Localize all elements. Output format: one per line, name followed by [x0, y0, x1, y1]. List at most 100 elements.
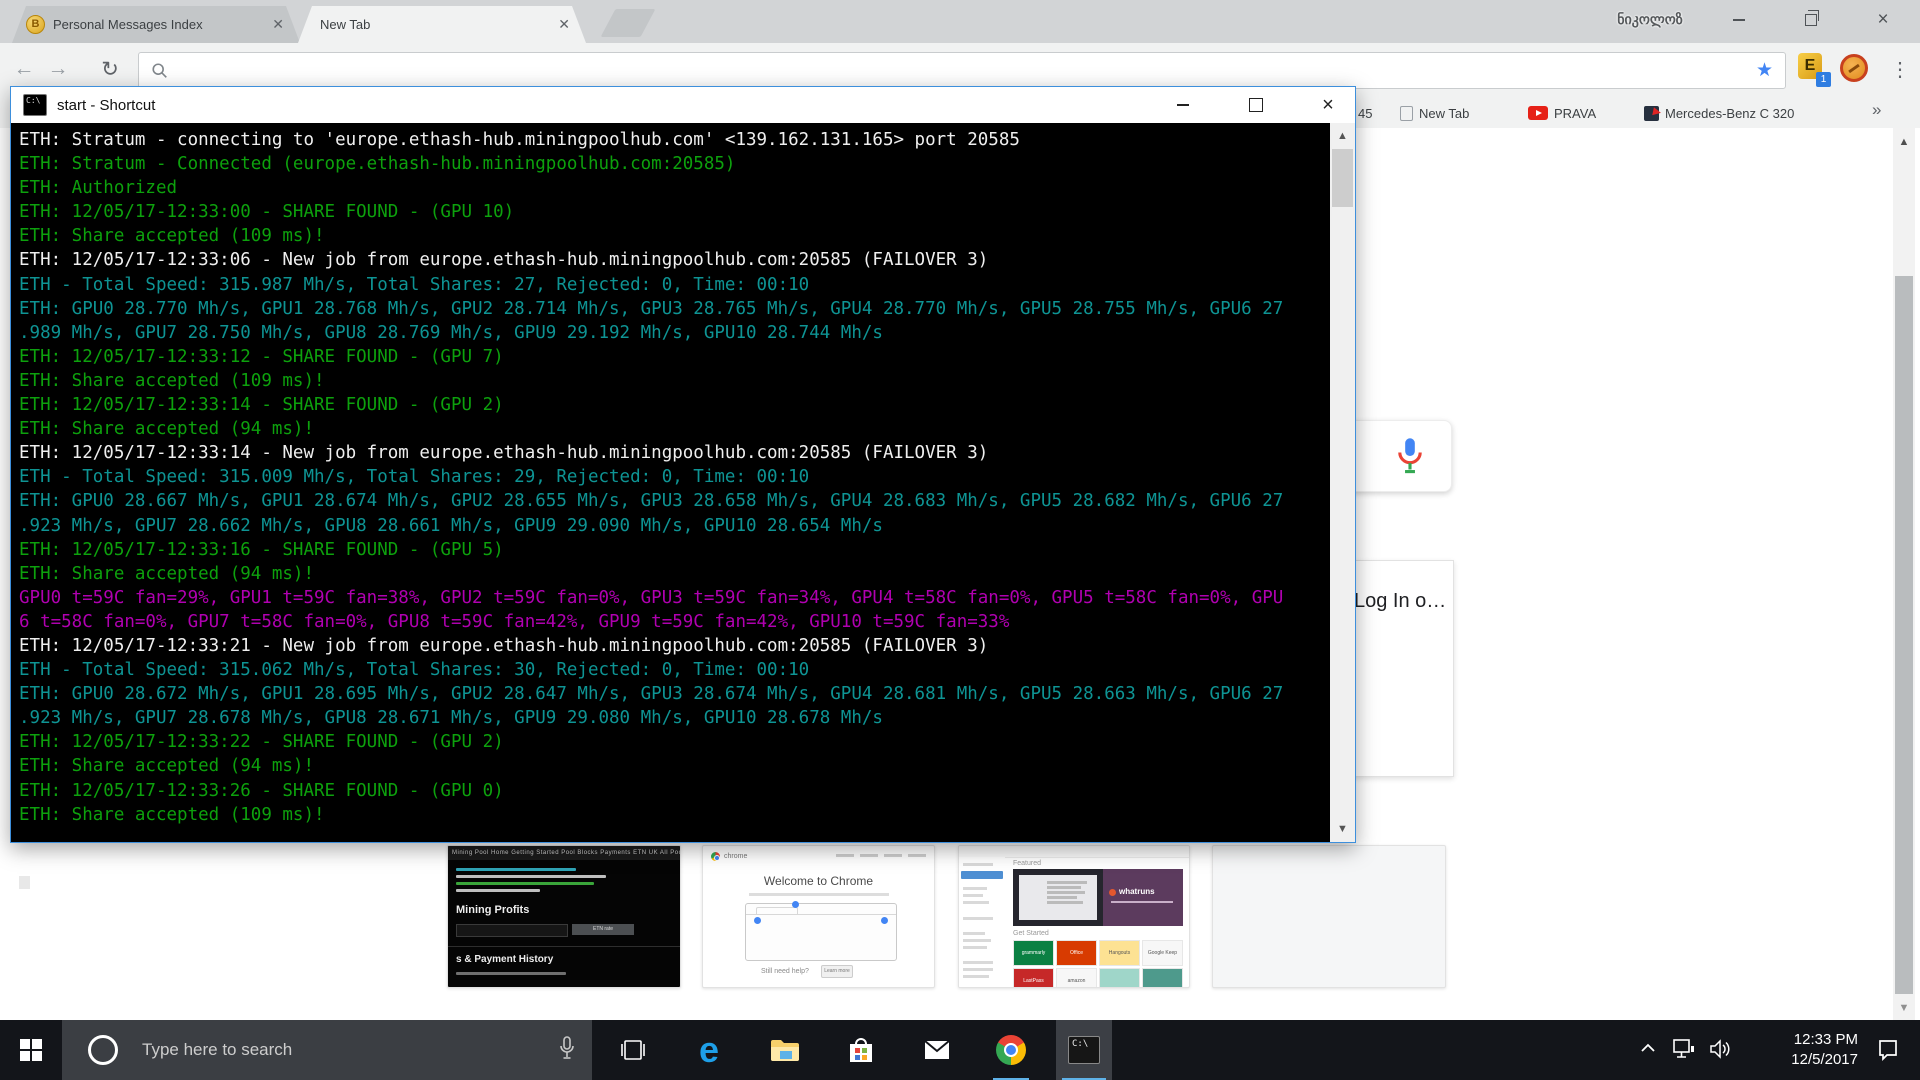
scroll-down-icon[interactable]: ▼	[1893, 1002, 1915, 1014]
store-button[interactable]	[836, 1020, 886, 1080]
console-minimize-button[interactable]	[1166, 91, 1200, 119]
cmd-icon	[23, 94, 47, 116]
console-line: ETH - Total Speed: 315.062 Mh/s, Total S…	[19, 658, 1330, 682]
new-tab-button[interactable]	[601, 9, 656, 37]
console-output[interactable]: ETH: Stratum - connecting to 'europe.eth…	[11, 123, 1330, 842]
bookmarks-overflow-chevron[interactable]: »	[1872, 100, 1881, 120]
edge-button[interactable]: e	[684, 1020, 734, 1080]
tab-personal-messages-index[interactable]: B Personal Messages Index ✕	[12, 6, 300, 43]
speaker-icon[interactable]	[1708, 1038, 1732, 1060]
address-bar[interactable]: ★	[138, 52, 1786, 89]
google-mic-icon	[1393, 436, 1427, 476]
taskbar-search-box[interactable]: Type here to search	[62, 1020, 592, 1080]
tip-pin-icon	[792, 901, 799, 908]
tip-pin-icon	[754, 917, 761, 924]
microphone-icon[interactable]	[558, 1036, 576, 1062]
windows-logo-icon	[20, 1039, 42, 1061]
thumb-heading: s & Payment History	[456, 954, 553, 965]
featured-label: Featured	[1013, 860, 1041, 867]
thumb-title: Welcome to Chrome	[703, 874, 934, 888]
cmd-icon	[1068, 1036, 1100, 1064]
thumbnail-empty[interactable]	[1212, 845, 1446, 988]
tab-new-tab[interactable]: New Tab ✕	[298, 6, 586, 43]
tab-close-icon[interactable]: ✕	[270, 16, 286, 33]
store-bag-icon	[848, 1036, 874, 1064]
console-line: ETH: Authorized	[19, 176, 1330, 200]
thumb-text-line	[456, 889, 540, 892]
bookmark-new-tab[interactable]: New Tab	[1400, 103, 1469, 123]
thumb-text-line	[456, 875, 606, 878]
file-explorer-button[interactable]	[760, 1020, 810, 1080]
scroll-up-icon[interactable]: ▲	[1893, 136, 1915, 148]
whatruns-card: whatruns	[1103, 869, 1183, 926]
login-text[interactable]: Log In o…	[1354, 590, 1446, 613]
bookmark-clipped[interactable]: 45	[1358, 103, 1372, 123]
start-button[interactable]	[0, 1020, 62, 1080]
console-cursor	[19, 876, 30, 889]
action-center-icon[interactable]	[1876, 1038, 1900, 1062]
console-maximize-button[interactable]	[1239, 91, 1273, 119]
app-tile	[1099, 968, 1140, 988]
bookmark-mercedes[interactable]: Mercedes-Benz C 320	[1644, 103, 1860, 123]
console-scrollbar-thumb[interactable]	[1332, 149, 1353, 207]
bookmark-star-icon[interactable]: ★	[1756, 59, 1773, 82]
thumbnail-chrome-welcome[interactable]: chrome Welcome to Chrome Still need help…	[702, 845, 935, 988]
console-line: ETH: Share accepted (109 ms)!	[19, 369, 1330, 393]
console-line: .923 Mh/s, GPU7 28.662 Mh/s, GPU8 28.661…	[19, 514, 1330, 538]
clock-date: 12/5/2017	[1740, 1050, 1858, 1070]
desktop: B Personal Messages Index ✕ New Tab ✕ ნი…	[0, 0, 1920, 1080]
console-line: ETH: 12/05/17-12:33:12 - SHARE FOUND - (…	[19, 345, 1330, 369]
console-scrollbar[interactable]: ▲ ▼	[1330, 123, 1355, 842]
chrome-profile-name[interactable]: ნიკოლოზ	[1585, 11, 1715, 28]
network-icon[interactable]	[1672, 1038, 1696, 1060]
window-minimize-button[interactable]	[1722, 6, 1756, 34]
task-view-icon	[619, 1038, 647, 1062]
cmd-taskbar-button[interactable]	[1056, 1020, 1112, 1080]
console-line: 6 t=58C fan=0%, GPU7 t=58C fan=0%, GPU8 …	[19, 610, 1330, 634]
console-line: .923 Mh/s, GPU7 28.678 Mh/s, GPU8 28.671…	[19, 706, 1330, 730]
illustration-bar	[746, 914, 896, 915]
search-icon	[151, 62, 169, 80]
mail-button[interactable]	[912, 1020, 962, 1080]
thumb-learn-button: Learn more	[821, 965, 853, 978]
chrome-taskbar-button[interactable]	[986, 1020, 1036, 1080]
task-view-button[interactable]	[608, 1020, 658, 1080]
bookmark-prava[interactable]: PRAVA	[1528, 103, 1596, 123]
console-line: ETH: Share accepted (109 ms)!	[19, 803, 1330, 827]
maximize-icon	[1249, 98, 1263, 112]
chrome-icon	[996, 1035, 1026, 1065]
chrome-menu-button[interactable]: ⋮	[1888, 53, 1912, 85]
scroll-down-icon[interactable]: ▼	[1330, 823, 1355, 835]
forward-button[interactable]: →	[42, 53, 74, 85]
window-close-button[interactable]: ×	[1866, 6, 1900, 34]
thumb-nav-links	[836, 854, 926, 857]
extension-badge: 1	[1816, 72, 1831, 87]
console-line: ETH: Share accepted (109 ms)!	[19, 224, 1330, 248]
page-scrollbar[interactable]: ▲ ▼	[1893, 128, 1915, 1020]
extension-coin-icon[interactable]	[1840, 54, 1868, 82]
featured-banner: whatruns	[1013, 869, 1183, 926]
page-scrollbar-thumb[interactable]	[1895, 276, 1913, 994]
scroll-up-icon[interactable]: ▲	[1330, 130, 1355, 142]
thumb-help-text: Still need help?	[761, 968, 809, 975]
reload-button[interactable]: ↻	[94, 53, 126, 85]
thumbnail-web-store[interactable]: Featured whatruns Get Started grammarly …	[958, 845, 1190, 988]
console-line: .989 Mh/s, GPU7 28.750 Mh/s, GPU8 28.769…	[19, 321, 1330, 345]
console-line: GPU0 t=59C fan=29%, GPU1 t=59C fan=38%, …	[19, 586, 1330, 610]
back-button[interactable]: ←	[8, 53, 40, 85]
thumb-button: ETN rate	[572, 924, 634, 935]
clock[interactable]: 12:33 PM 12/5/2017	[1740, 1030, 1858, 1070]
cortana-icon	[88, 1035, 118, 1065]
console-title-bar[interactable]: start - Shortcut	[11, 87, 1355, 123]
page-icon	[1400, 106, 1413, 121]
tray-chevron-icon[interactable]	[1638, 1038, 1658, 1058]
whatruns-label: whatruns	[1119, 887, 1155, 896]
tab-close-icon[interactable]: ✕	[556, 16, 572, 33]
console-line: ETH: 12/05/17-12:33:14 - New job from eu…	[19, 441, 1330, 465]
thumbnail-mining-pool[interactable]: Mining Pool Home Getting Started Pool Bl…	[447, 845, 681, 988]
window-restore-button[interactable]	[1794, 6, 1828, 34]
console-close-button[interactable]: ×	[1311, 91, 1345, 119]
minimize-icon	[1177, 104, 1189, 106]
extension-wallet-icon[interactable]: E 1	[1798, 53, 1825, 83]
console-line: ETH: Stratum - Connected (europe.ethash-…	[19, 152, 1330, 176]
